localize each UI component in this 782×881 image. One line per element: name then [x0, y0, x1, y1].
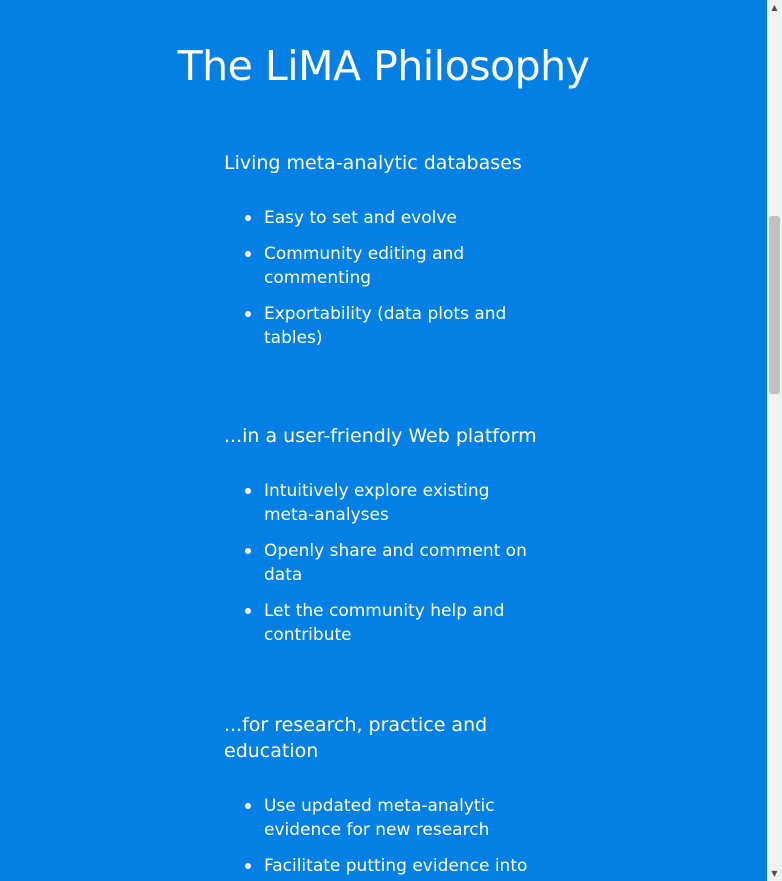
bullet-list: Easy to set and evolve Community editing…: [224, 206, 544, 350]
section-living-databases: Living meta-analytic databases Easy to s…: [224, 150, 544, 362]
scrollbar-thumb[interactable]: [769, 216, 780, 394]
list-item-text: Openly share and comment on data: [264, 541, 527, 585]
list-item: Let the community help and contribute: [224, 599, 544, 647]
list-item-text: Facilitate putting evidence into: [264, 856, 528, 876]
list-item-text: Exportability (data plots and tables): [264, 304, 507, 348]
section-heading: ...for research, practice and education: [224, 714, 488, 762]
vertical-scrollbar[interactable]: ▲ ▼: [767, 0, 782, 881]
list-item-text: Intuitively explore existing meta-analys…: [264, 481, 490, 525]
triangle-down-icon: ▼: [771, 869, 778, 878]
bullet-icon: [245, 608, 251, 614]
section-heading: ...in a user-friendly Web platform: [224, 425, 537, 447]
list-item: Community editing and commenting: [224, 242, 544, 290]
bullet-icon: [245, 311, 251, 317]
list-item: Intuitively explore existing meta-analys…: [224, 479, 544, 527]
list-item: Facilitate putting evidence into: [224, 854, 544, 878]
section-heading: Living meta-analytic databases: [224, 152, 522, 174]
scroll-up-button[interactable]: ▲: [767, 0, 782, 15]
bullet-list: Intuitively explore existing meta-analys…: [224, 479, 544, 647]
bullet-icon: [245, 863, 251, 869]
bullet-icon: [245, 215, 251, 221]
list-item: Use updated meta-analytic evidence for n…: [224, 794, 544, 842]
list-item-text: Let the community help and contribute: [264, 601, 505, 645]
list-item: Exportability (data plots and tables): [224, 302, 544, 350]
bullet-icon: [245, 548, 251, 554]
section-research-practice: ...for research, practice and education …: [224, 712, 544, 881]
bullet-list: Use updated meta-analytic evidence for n…: [224, 794, 544, 878]
bullet-icon: [245, 488, 251, 494]
list-item: Easy to set and evolve: [224, 206, 544, 230]
page-content: The LiMA Philosophy Living meta-analytic…: [0, 0, 767, 881]
bullet-icon: [245, 803, 251, 809]
list-item: Openly share and comment on data: [224, 539, 544, 587]
list-item-text: Community editing and commenting: [264, 244, 465, 288]
scroll-down-button[interactable]: ▼: [767, 866, 782, 881]
bullet-icon: [245, 251, 251, 257]
list-item-text: Use updated meta-analytic evidence for n…: [264, 796, 495, 840]
triangle-up-icon: ▲: [771, 3, 778, 12]
section-web-platform: ...in a user-friendly Web platform Intui…: [224, 423, 544, 659]
page-title: The LiMA Philosophy: [177, 42, 590, 90]
list-item-text: Easy to set and evolve: [264, 208, 457, 228]
